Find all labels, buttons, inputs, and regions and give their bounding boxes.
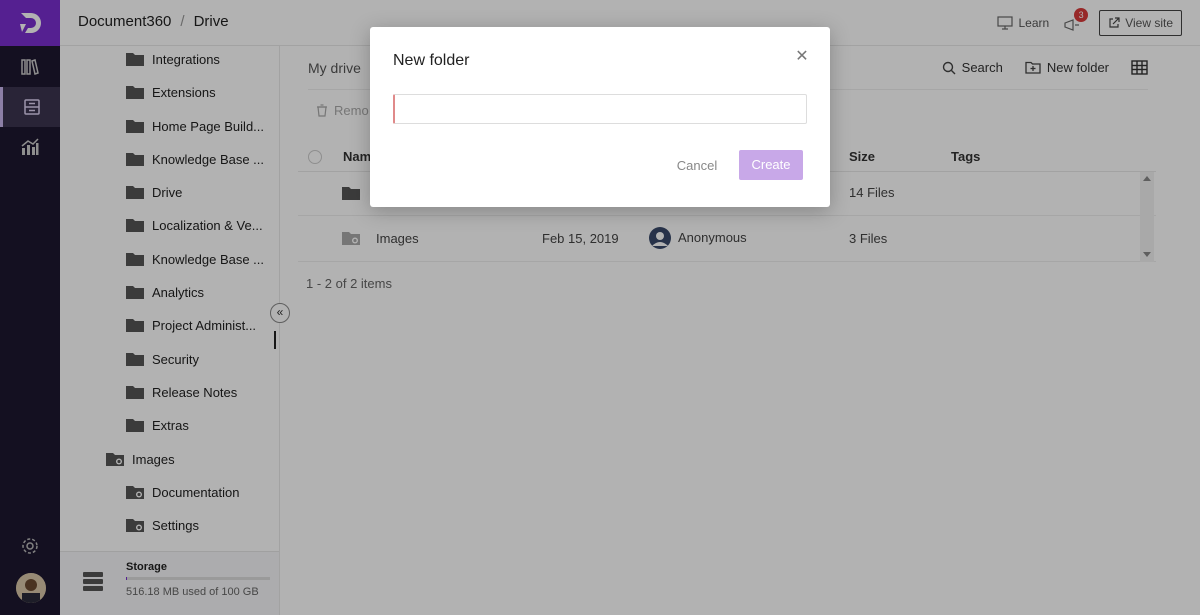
cancel-button[interactable]: Cancel xyxy=(666,153,728,179)
close-icon[interactable]: ✕ xyxy=(794,49,810,65)
dialog-title: New folder xyxy=(393,52,470,69)
folder-name-input[interactable] xyxy=(393,94,807,124)
new-folder-dialog: New folder ✕ Cancel Create xyxy=(370,27,830,207)
create-button[interactable]: Create xyxy=(739,150,803,180)
